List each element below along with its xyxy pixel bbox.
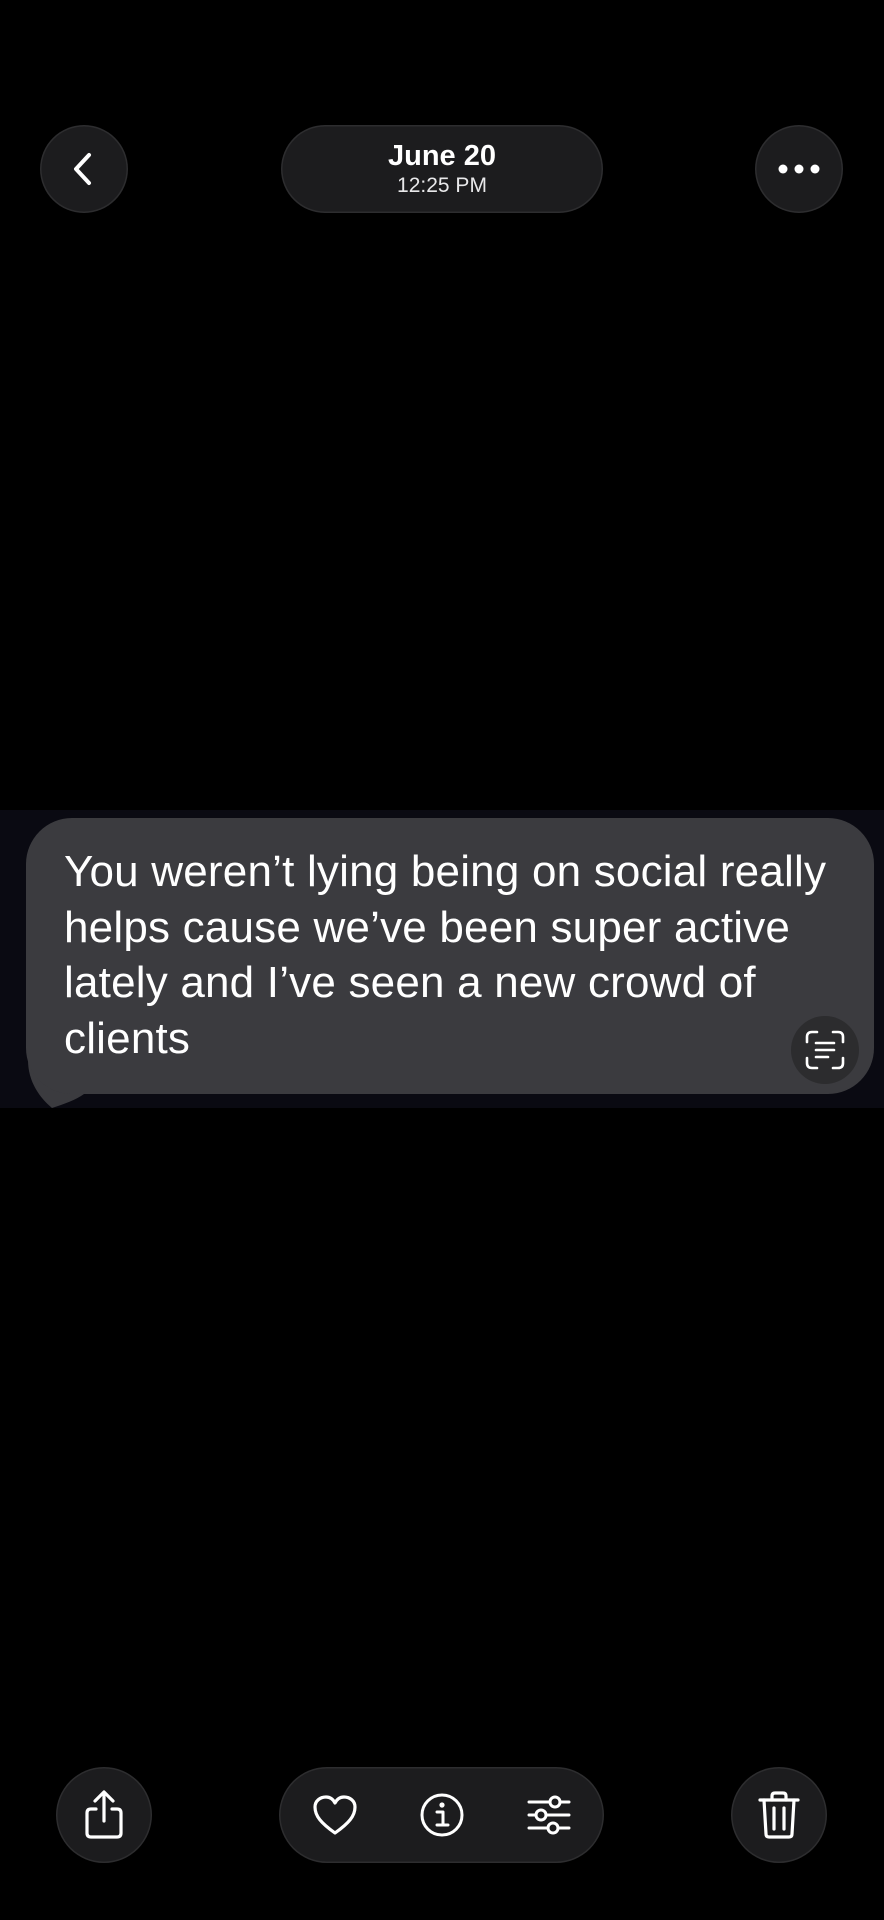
chevron-left-icon <box>74 153 91 185</box>
delete-button[interactable] <box>731 1767 827 1863</box>
photo-time: 12:25 PM <box>397 174 487 197</box>
live-text-icon <box>805 1030 845 1070</box>
date-time-header[interactable]: June 20 12:25 PM <box>281 125 603 213</box>
trash-icon <box>758 1791 800 1839</box>
info-button[interactable] <box>410 1767 474 1863</box>
sliders-icon <box>527 1795 571 1835</box>
photo-actions-toolbar <box>279 1767 604 1863</box>
info-icon <box>420 1793 464 1837</box>
back-button[interactable] <box>40 125 128 213</box>
photo-date: June 20 <box>388 140 496 172</box>
more-button[interactable] <box>755 125 843 213</box>
adjust-button[interactable] <box>517 1767 581 1863</box>
message-bubble: You weren’t lying being on social really… <box>26 818 874 1094</box>
message-text: You weren’t lying being on social really… <box>64 847 827 1063</box>
ellipsis-icon <box>778 164 820 174</box>
live-text-button[interactable] <box>791 1016 859 1084</box>
share-button[interactable] <box>56 1767 152 1863</box>
share-icon <box>85 1790 123 1839</box>
favorite-button[interactable] <box>303 1767 367 1863</box>
heart-icon <box>313 1795 357 1835</box>
